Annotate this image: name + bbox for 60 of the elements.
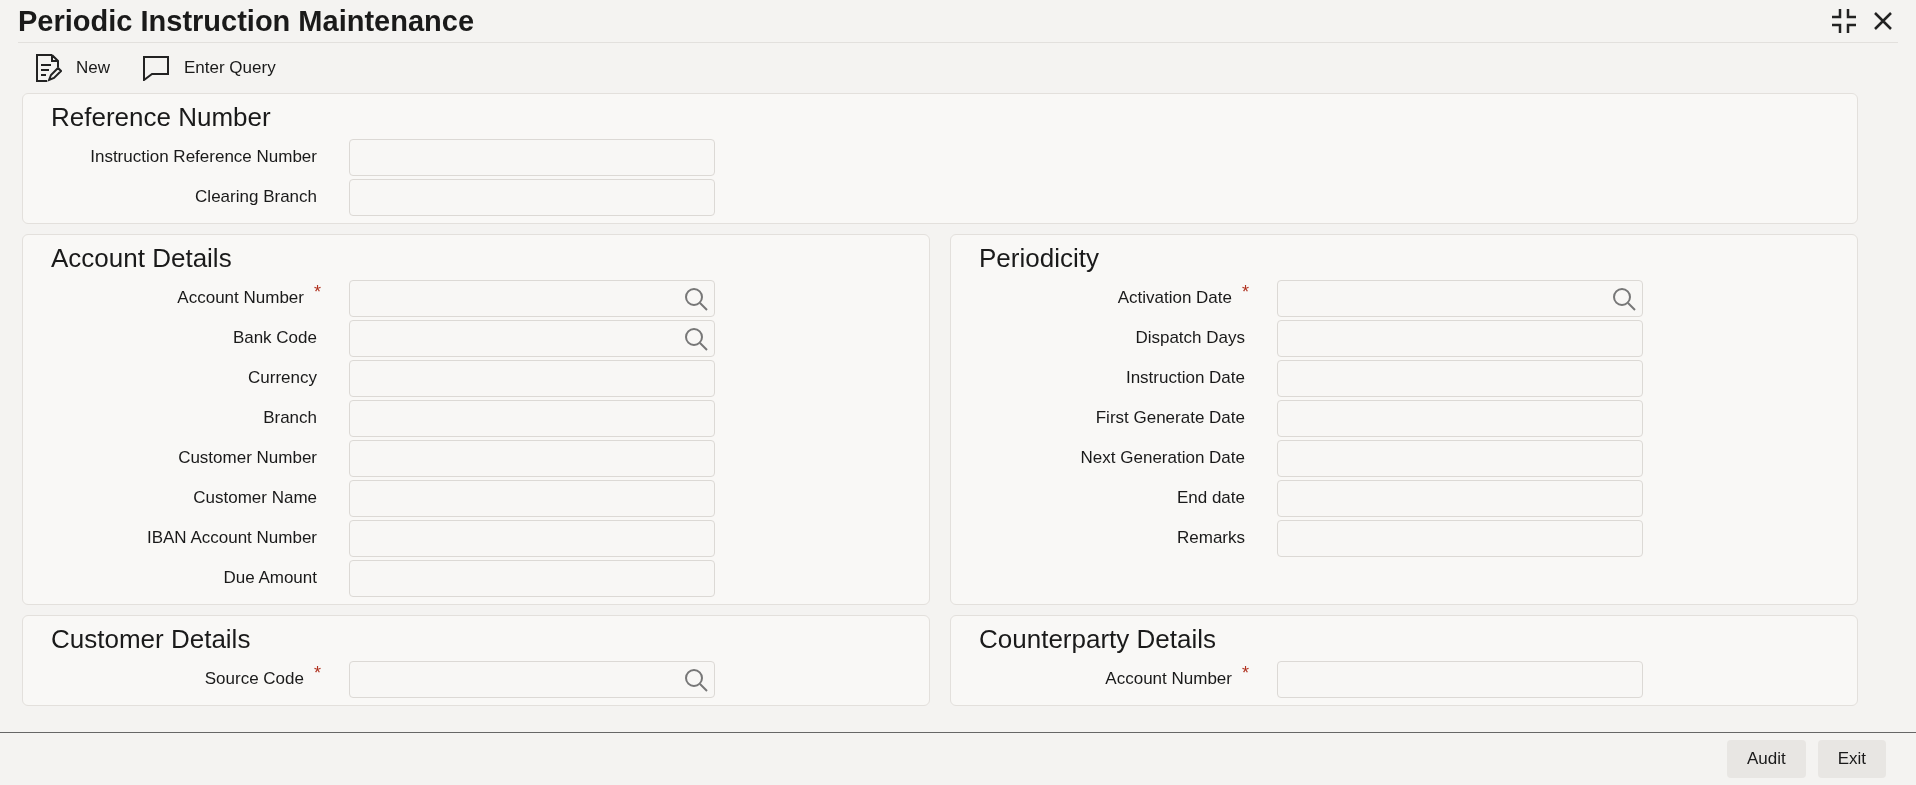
field-label: End date [1176,488,1245,508]
input-field[interactable] [349,178,715,216]
search-icon[interactable] [684,326,708,351]
input-field[interactable] [349,279,715,317]
search-icon[interactable] [1612,286,1636,311]
search-icon[interactable] [684,286,708,311]
window-title: Periodic Instruction Maintenance [18,4,475,38]
minimize-icon[interactable] [1830,7,1858,35]
field-label: Dispatch Days [1135,328,1245,348]
field-label: Currency [248,368,317,388]
required-marker: * [314,663,321,684]
section-title: Customer Details [51,624,252,655]
required-marker: * [1242,282,1249,303]
section-title: Reference Number [51,102,272,133]
input-field[interactable] [1277,660,1643,698]
field-label: Due Amount [223,568,317,588]
input-field[interactable] [349,660,715,698]
field-label: Bank Code [232,328,317,348]
input-field[interactable] [349,559,715,597]
input-field[interactable] [349,138,715,176]
document-edit-icon [34,53,62,83]
input-field[interactable] [349,319,715,357]
field-label: Activation Date [1117,288,1232,308]
required-marker: * [314,282,321,303]
field-label: Instruction Reference Number [90,147,317,167]
toolbar-button[interactable]: Enter Query [138,53,280,83]
field-label: Source Code [204,669,304,689]
footer-button[interactable]: Audit [1726,740,1806,778]
input-field[interactable] [349,519,715,557]
field-label: Customer Number [178,448,317,468]
field-label: Customer Name [193,488,317,508]
input-field[interactable] [1277,519,1643,557]
required-marker: * [1242,663,1249,684]
field-label: Account Number [177,288,304,308]
close-icon[interactable] [1872,10,1894,32]
input-field[interactable] [1277,399,1643,437]
field-label: Remarks [1177,528,1245,548]
field-label: First Generate Date [1095,408,1245,428]
input-field[interactable] [1277,439,1643,477]
field-label: Instruction Date [1125,368,1245,388]
section-title: Counterparty Details [979,624,1217,655]
input-field[interactable] [349,359,715,397]
input-field[interactable] [1277,279,1643,317]
field-label: Account Number [1105,669,1232,689]
input-field[interactable] [1277,319,1643,357]
input-field[interactable] [349,479,715,517]
footer-button[interactable]: Exit [1817,740,1886,778]
section-title: Account Details [51,243,233,274]
input-field[interactable] [349,399,715,437]
input-field[interactable] [1277,359,1643,397]
input-field[interactable] [349,439,715,477]
field-label: Branch [263,408,317,428]
section-title: Periodicity [979,243,1100,274]
speech-bubble-icon [142,55,170,81]
field-label: Next Generation Date [1080,448,1245,468]
field-label: IBAN Account Number [146,528,317,548]
input-field[interactable] [1277,479,1643,517]
search-icon[interactable] [684,667,708,692]
field-label: Clearing Branch [195,187,317,207]
toolbar-button[interactable]: New [30,51,114,85]
